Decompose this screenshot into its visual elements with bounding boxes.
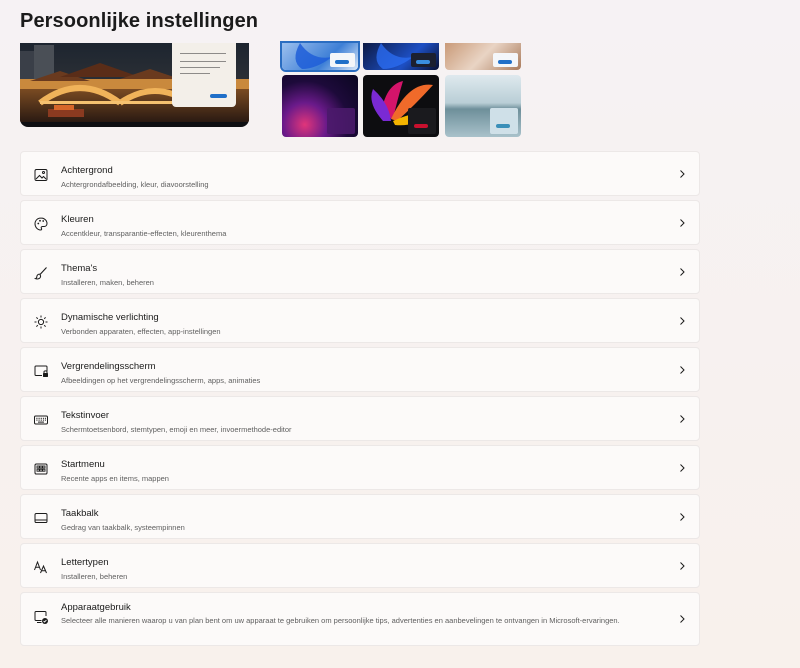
settings-list: Achtergrond Achtergrondafbeelding, kleur… bbox=[20, 151, 700, 650]
settings-row-tekstinvoer[interactable]: Tekstinvoer Schermtoetsenbord, stemtypen… bbox=[20, 396, 700, 441]
theme-thumb-photo[interactable] bbox=[445, 43, 521, 70]
keyboard-icon bbox=[34, 415, 48, 425]
fonts-icon bbox=[34, 560, 47, 574]
chevron-right-icon bbox=[680, 317, 685, 325]
preview-accent-button bbox=[210, 94, 227, 98]
settings-row-startmenu[interactable]: Startmenu Recente apps en items, mappen bbox=[20, 445, 700, 490]
settings-row-title: Vergrendelingsscherm bbox=[61, 361, 156, 372]
settings-row-subtitle: Selecteer alle manieren waarop u van pla… bbox=[61, 616, 620, 625]
settings-row-title: Achtergrond bbox=[61, 165, 113, 176]
settings-row-subtitle: Installeren, maken, beheren bbox=[61, 278, 154, 287]
settings-row-subtitle: Accentkleur, transparantie-effecten, kle… bbox=[61, 229, 227, 238]
chevron-right-icon bbox=[680, 615, 685, 623]
settings-row-themas[interactable]: Thema's Installeren, maken, beheren bbox=[20, 249, 700, 294]
settings-row-subtitle: Achtergrondafbeelding, kleur, diavoorste… bbox=[61, 180, 209, 189]
chevron-right-icon bbox=[680, 268, 685, 276]
theme-thumb-glow[interactable] bbox=[282, 75, 358, 137]
settings-row-achtergrond[interactable]: Achtergrond Achtergrondafbeelding, kleur… bbox=[20, 151, 700, 196]
settings-row-dynamische-verlichting[interactable]: Dynamische verlichting Verbonden apparat… bbox=[20, 298, 700, 343]
preview-window bbox=[172, 43, 236, 107]
settings-row-title: Dynamische verlichting bbox=[61, 312, 159, 323]
settings-row-apparaatgebruik[interactable]: Apparaatgebruik Selecteer alle manieren … bbox=[20, 592, 700, 646]
settings-row-taakbalk[interactable]: Taakbalk Gedrag van taakbalk, systeempin… bbox=[20, 494, 700, 539]
chevron-right-icon bbox=[680, 464, 685, 472]
sparkle-icon bbox=[34, 315, 48, 329]
start-menu-icon bbox=[34, 463, 48, 475]
settings-row-subtitle: Gedrag van taakbalk, systeempinnen bbox=[61, 523, 185, 532]
settings-row-title: Startmenu bbox=[61, 459, 105, 470]
lock-screen-icon bbox=[34, 365, 48, 377]
desktop-preview bbox=[20, 43, 249, 127]
settings-row-subtitle: Installeren, beheren bbox=[61, 572, 128, 581]
settings-row-subtitle: Recente apps en items, mappen bbox=[61, 474, 169, 483]
settings-row-lettertypen[interactable]: Lettertypen Installeren, beheren bbox=[20, 543, 700, 588]
settings-row-title: Tekstinvoer bbox=[61, 410, 110, 421]
picture-icon bbox=[34, 169, 48, 181]
brush-icon bbox=[33, 267, 47, 280]
theme-thumb-windows-dark[interactable] bbox=[363, 43, 439, 70]
theme-thumb-flow[interactable] bbox=[445, 75, 521, 137]
theme-gallery bbox=[282, 43, 524, 139]
settings-row-title: Taakbalk bbox=[61, 508, 99, 519]
settings-row-kleuren[interactable]: Kleuren Accentkleur, transparantie-effec… bbox=[20, 200, 700, 245]
chevron-right-icon bbox=[680, 170, 685, 178]
settings-row-title: Kleuren bbox=[61, 214, 94, 225]
device-usage-icon bbox=[34, 611, 48, 624]
settings-row-subtitle: Schermtoetsenbord, stemtypen, emoji en m… bbox=[61, 425, 292, 434]
chevron-right-icon bbox=[680, 562, 685, 570]
chevron-right-icon bbox=[680, 513, 685, 521]
taskbar-icon bbox=[34, 513, 48, 523]
settings-row-subtitle: Afbeeldingen op het vergrendelingsscherm… bbox=[61, 376, 261, 385]
settings-row-title: Lettertypen bbox=[61, 557, 109, 568]
theme-thumb-windows-light[interactable] bbox=[282, 43, 358, 70]
chevron-right-icon bbox=[680, 366, 685, 374]
settings-row-title: Thema's bbox=[61, 263, 98, 274]
palette-icon bbox=[34, 217, 48, 231]
settings-row-vergrendelingsscherm[interactable]: Vergrendelingsscherm Afbeeldingen op het… bbox=[20, 347, 700, 392]
chevron-right-icon bbox=[680, 415, 685, 423]
page-title: Persoonlijke instellingen bbox=[20, 10, 259, 32]
theme-thumb-captured-motion[interactable] bbox=[363, 75, 439, 137]
settings-row-title: Apparaatgebruik bbox=[61, 602, 131, 613]
chevron-right-icon bbox=[680, 219, 685, 227]
settings-row-subtitle: Verbonden apparaten, effecten, app-inste… bbox=[61, 327, 221, 336]
